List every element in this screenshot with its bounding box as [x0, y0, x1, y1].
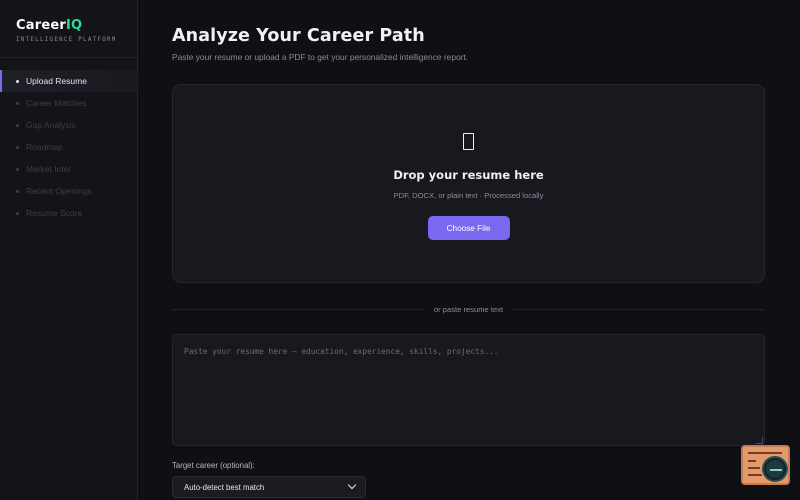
target-career-value: Auto-detect best match	[184, 482, 265, 492]
sidebar-item-label: Gap Analysis	[26, 120, 76, 130]
sidebar-item-label: Market Intel	[26, 164, 71, 174]
sidebar-item-label: Roadmap	[26, 142, 63, 152]
widget-bar	[748, 452, 782, 454]
bullet-icon	[16, 79, 19, 83]
target-career-label: Target career (optional):	[172, 461, 255, 470]
sidebar-item-label: Resume Score	[26, 208, 83, 218]
sidebar-item-label: Recent Openings	[26, 186, 92, 196]
page-title: Analyze Your Career Path	[172, 26, 425, 46]
bullet-icon	[16, 189, 19, 193]
sidebar-item-upload-resume[interactable]: Upload Resume	[0, 70, 137, 92]
main-content: Analyze Your Career Path Paste your resu…	[172, 0, 766, 498]
dropzone-subtitle: PDF, DOCX, or plain text · Processed loc…	[393, 191, 544, 200]
bullet-icon	[16, 211, 19, 215]
sidebar-item-label: Career Matches	[26, 98, 87, 108]
tagline: INTELLIGENCE PLATFORM	[16, 37, 117, 43]
sidebar-item-career-matches[interactable]: Career Matches	[0, 92, 137, 114]
resume-dropzone[interactable]: Drop your resume here PDF, DOCX, or plai…	[172, 84, 765, 283]
sidebar: Career IQ INTELLIGENCE PLATFORM Upload Re…	[0, 0, 138, 500]
resume-text-input[interactable]	[172, 334, 765, 446]
logo-text: Career	[16, 18, 66, 33]
choose-file-button[interactable]: Choose File	[427, 216, 510, 240]
logo[interactable]: Career IQ	[16, 18, 137, 33]
widget-bar	[748, 474, 762, 476]
bullet-icon	[16, 145, 19, 149]
page-subtitle: Paste your resume or upload a PDF to get…	[172, 52, 469, 62]
widget-bar	[748, 460, 756, 462]
divider-line	[172, 308, 424, 310]
magnifier-icon	[764, 458, 786, 480]
target-career-select[interactable]: Auto-detect best match	[172, 476, 366, 498]
sidebar-item-market-intel[interactable]: Market Intel	[0, 158, 137, 180]
widget-bar	[748, 467, 760, 469]
bullet-icon	[16, 123, 19, 127]
sidebar-item-gap-analysis[interactable]: Gap Analysis	[0, 114, 137, 136]
chevron-down-icon	[347, 480, 357, 490]
logo-accent: IQ	[65, 18, 83, 33]
sidebar-item-resume-score[interactable]: Resume Score	[0, 202, 137, 224]
floating-assistant-button[interactable]	[741, 445, 790, 485]
document-icon	[463, 133, 474, 150]
divider-text: or paste resume text	[433, 304, 504, 314]
dropzone-title: Drop your resume here	[393, 168, 544, 182]
bullet-icon	[16, 101, 19, 105]
sidebar-nav: Upload Resume Career Matches Gap Analysi…	[0, 70, 137, 224]
or-divider: or paste resume text	[172, 303, 766, 315]
sidebar-item-label: Upload Resume	[26, 76, 87, 86]
bullet-icon	[16, 167, 19, 171]
sidebar-item-recent-openings[interactable]: Recent Openings	[0, 180, 137, 202]
resize-handle-icon[interactable]	[756, 437, 763, 444]
divider-line	[513, 308, 766, 310]
brand: Career IQ INTELLIGENCE PLATFORM	[0, 0, 137, 58]
sidebar-item-roadmap[interactable]: Roadmap	[0, 136, 137, 158]
